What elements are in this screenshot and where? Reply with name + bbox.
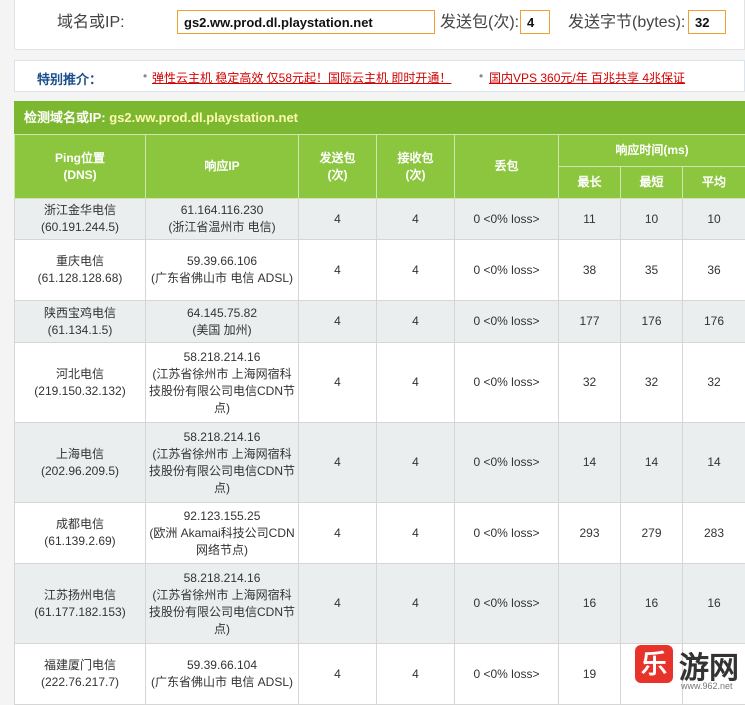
row-min: 10 [621,199,683,240]
col-sent: 发送包(次) [299,135,377,199]
col-min: 最短 [621,167,683,199]
row-sent: 4 [299,503,377,564]
row-avg: 36 [683,240,745,301]
row-loss: 0 <0% loss> [455,343,559,423]
row-location: 福建厦门电信(222.76.217.7) [15,644,146,705]
row-location: 江苏扬州电信(61.177.182.153) [15,564,146,644]
site-watermark-logo: 乐 游网 www.962.net [625,637,745,697]
row-sent: 4 [299,343,377,423]
watermark-badge: 乐 [635,645,673,683]
row-loss: 0 <0% loss> [455,423,559,503]
col-received: 接收包(次) [377,135,455,199]
row-recv: 4 [377,503,455,564]
checked-domain-prefix: 检测域名或IP: [24,110,106,125]
table-row: 江苏扬州电信(61.177.182.153) 58.218.214.16(江苏省… [15,564,745,644]
ad-link-cloud[interactable]: 弹性云主机 稳定高效 仅58元起！国际云主机 即时开通！ [152,69,451,86]
row-sent: 4 [299,240,377,301]
table-row: 成都电信(61.139.2.69) 92.123.155.25(欧洲 Akama… [15,503,745,564]
row-max: 11 [559,199,621,240]
col-response-ip: 响应IP [146,135,299,199]
row-sent: 4 [299,564,377,644]
table-row: 浙江金华电信(60.191.244.5) 61.164.116.230(浙江省温… [15,199,745,240]
row-max: 14 [559,423,621,503]
row-min: 16 [621,564,683,644]
row-ip: 61.164.116.230(浙江省温州市 电信) [146,199,299,240]
table-row: 陕西宝鸡电信(61.134.1.5) 64.145.75.82(美国 加州) 4… [15,301,745,343]
row-min: 279 [621,503,683,564]
checked-domain: gs2.ww.prod.dl.playstation.net [109,110,298,125]
table-row: 上海电信(202.96.209.5) 58.218.214.16(江苏省徐州市 … [15,423,745,503]
results-table: Ping位置(DNS) 响应IP 发送包(次) 接收包(次) 丢包 响应时间(m… [14,134,745,705]
row-loss: 0 <0% loss> [455,301,559,343]
table-row: 重庆电信(61.128.128.68) 59.39.66.106(广东省佛山市 … [15,240,745,301]
row-max: 16 [559,564,621,644]
row-location: 河北电信(219.150.32.132) [15,343,146,423]
row-loss: 0 <0% loss> [455,644,559,705]
row-sent: 4 [299,301,377,343]
recommend-bar: 特别推介： • 弹性云主机 稳定高效 仅58元起！国际云主机 即时开通！ • 国… [14,60,745,92]
row-recv: 4 [377,564,455,644]
row-max: 177 [559,301,621,343]
bytes-input[interactable] [688,10,726,34]
row-ip: 58.218.214.16(江苏省徐州市 上海网宿科技股份有限公司电信CDN节点… [146,343,299,423]
row-avg: 176 [683,301,745,343]
row-recv: 4 [377,343,455,423]
count-input[interactable] [520,10,550,34]
checked-domain-bar: 检测域名或IP: gs2.ww.prod.dl.playstation.net [14,101,745,134]
row-recv: 4 [377,423,455,503]
domain-input[interactable] [177,10,435,34]
results-panel: 检测域名或IP: gs2.ww.prod.dl.playstation.net … [14,101,745,705]
row-min: 35 [621,240,683,301]
col-avg: 平均 [683,167,745,199]
row-ip: 64.145.75.82(美国 加州) [146,301,299,343]
row-loss: 0 <0% loss> [455,564,559,644]
row-loss: 0 <0% loss> [455,240,559,301]
row-avg: 16 [683,564,745,644]
bytes-label: 发送字节(bytes): [568,13,685,33]
row-avg: 283 [683,503,745,564]
row-loss: 0 <0% loss> [455,199,559,240]
query-form: 域名或IP: 发送包(次): 发送字节(bytes): [14,0,745,50]
col-response-time: 响应时间(ms) [559,135,745,167]
row-ip: 59.39.66.104(广东省佛山市 电信 ADSL) [146,644,299,705]
row-avg: 14 [683,423,745,503]
ad-link-vps[interactable]: 国内VPS 360元/年 百兆共享 4兆保证 [489,69,685,86]
recommend-title: 特别推介： [37,69,102,88]
row-location: 浙江金华电信(60.191.244.5) [15,199,146,240]
row-avg: 32 [683,343,745,423]
row-ip: 58.218.214.16(江苏省徐州市 上海网宿科技股份有限公司电信CDN节点… [146,423,299,503]
row-sent: 4 [299,644,377,705]
row-ip: 92.123.155.25(欧洲 Akamai科技公司CDN网络节点) [146,503,299,564]
table-row: 河北电信(219.150.32.132) 58.218.214.16(江苏省徐州… [15,343,745,423]
row-ip: 58.218.214.16(江苏省徐州市 上海网宿科技股份有限公司电信CDN节点… [146,564,299,644]
bullet-icon: • [143,69,147,83]
col-ping-location: Ping位置(DNS) [15,135,146,199]
count-label: 发送包(次): [440,13,519,33]
row-max: 38 [559,240,621,301]
row-ip: 59.39.66.106(广东省佛山市 电信 ADSL) [146,240,299,301]
row-min: 14 [621,423,683,503]
watermark-url: www.962.net [681,681,733,691]
row-max: 19 [559,644,621,705]
row-min: 176 [621,301,683,343]
row-recv: 4 [377,301,455,343]
row-max: 32 [559,343,621,423]
domain-label: 域名或IP: [57,13,125,33]
row-location: 重庆电信(61.128.128.68) [15,240,146,301]
row-loss: 0 <0% loss> [455,503,559,564]
bullet-icon: • [479,69,483,83]
row-avg: 10 [683,199,745,240]
row-max: 293 [559,503,621,564]
row-sent: 4 [299,199,377,240]
row-recv: 4 [377,199,455,240]
col-max: 最长 [559,167,621,199]
row-location: 成都电信(61.139.2.69) [15,503,146,564]
row-recv: 4 [377,240,455,301]
row-sent: 4 [299,423,377,503]
row-recv: 4 [377,644,455,705]
row-location: 陕西宝鸡电信(61.134.1.5) [15,301,146,343]
row-min: 32 [621,343,683,423]
col-loss: 丢包 [455,135,559,199]
row-location: 上海电信(202.96.209.5) [15,423,146,503]
